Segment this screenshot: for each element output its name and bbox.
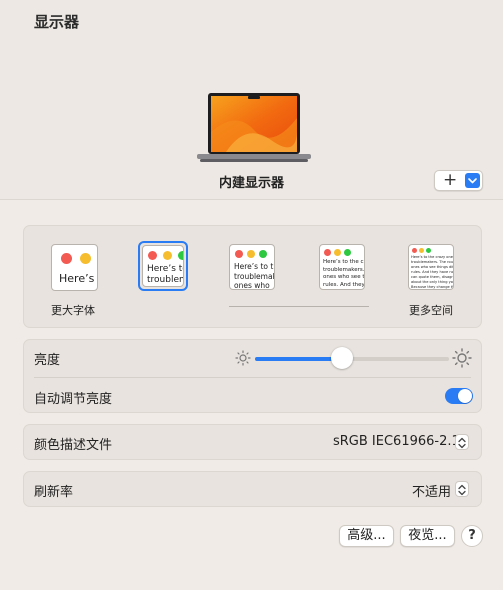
close-dot-icon [148,251,157,260]
brightness-slider-knob[interactable] [331,347,353,369]
resolution-option-4[interactable]: Here’s to the cr troublemakers. ones who… [319,244,365,290]
color-profile-value[interactable]: sRGB IEC61966-2.1 [333,434,460,449]
color-profile-panel: 颜色描述文件 sRGB IEC61966-2.1 [23,424,482,460]
resolution-panel: Here’s 更大字体 Here’s to troublem Here’s to… [23,225,482,328]
resolution-option-more-space[interactable]: Here’s to the crazy one troublemakers. T… [408,244,454,290]
minimize-dot-icon [163,251,172,260]
resolution-label-larger-text: 更大字体 [51,304,95,317]
sun-small-icon [235,350,251,366]
refresh-rate-label: 刷新率 [34,485,74,500]
resolution-option-larger-text[interactable]: Here’s [51,244,99,292]
zoom-dot-icon [178,251,183,260]
advanced-button[interactable]: 高级... [339,525,394,547]
night-shift-button[interactable]: 夜览... [400,525,455,547]
refresh-rate-value[interactable]: 不适用 [412,481,451,500]
color-profile-stepper[interactable] [455,434,469,450]
resolution-scale-line [229,306,369,307]
resolution-option-2[interactable]: Here’s to troublem [138,241,188,291]
resolution-preview: Here’s [51,244,98,291]
resolution-preview: Here’s to th troublemak ones who [229,244,275,290]
plus-icon: + [443,170,458,190]
help-button[interactable]: ? [461,525,483,547]
preview-text: Here’s to th troublemak ones who [234,262,275,290]
add-display-button[interactable]: + [434,170,483,191]
zoom-dot-icon [259,250,267,258]
close-dot-icon [235,250,243,258]
brightness-label: 亮度 [34,353,61,368]
brightness-slider-fill [255,357,342,361]
minimize-dot-icon [80,253,91,264]
close-dot-icon [324,249,331,256]
resolution-label-more-space: 更多空间 [409,304,453,317]
refresh-rate-panel: 刷新率 不适用 [23,471,482,507]
minimize-dot-icon [247,250,255,258]
preview-text: Here’s to the crazy one troublemakers. T… [411,255,454,289]
zoom-dot-icon [426,248,431,253]
brightness-panel: 亮度 自动调节亮度 [23,339,482,413]
chevron-down-icon[interactable] [465,173,480,188]
toggle-knob [458,389,472,403]
row-divider [34,377,471,378]
macbook-display-icon[interactable] [196,92,312,164]
display-name: 内建显示器 [218,176,284,191]
preview-text: Here’s [59,272,95,285]
resolution-preview: Here’s to the crazy one troublemakers. T… [408,244,454,290]
resolution-preview: Here’s to troublem [142,245,184,287]
resolution-preview: Here’s to the cr troublemakers. ones who… [319,244,365,290]
minimize-dot-icon [334,249,341,256]
sun-large-icon [452,348,472,368]
resolution-option-3[interactable]: Here’s to th troublemak ones who [229,244,275,290]
page-title: 显示器 [34,13,80,31]
refresh-rate-stepper[interactable] [455,481,469,497]
close-dot-icon [61,253,72,264]
preview-text: Here’s to troublem [147,264,184,285]
close-dot-icon [412,248,417,253]
color-profile-label: 颜色描述文件 [34,438,113,453]
zoom-dot-icon [344,249,351,256]
auto-brightness-label: 自动调节亮度 [34,392,113,407]
preview-text: Here’s to the cr troublemakers. ones who… [323,259,365,288]
minimize-dot-icon [419,248,424,253]
auto-brightness-toggle[interactable] [445,388,473,404]
